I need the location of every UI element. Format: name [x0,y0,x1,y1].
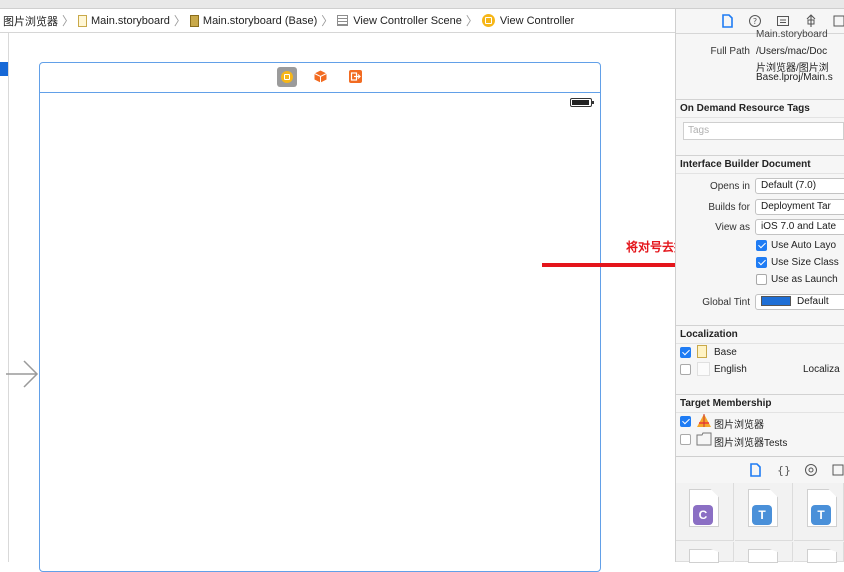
gutter-divider [8,33,9,562]
svg-text:{}: {} [777,464,791,477]
object-library-icon[interactable] [804,463,818,477]
breadcrumb-item-storyboard-base[interactable]: Main.storyboard (Base) [189,14,318,27]
english-localization-file-icon [697,362,710,376]
breadcrumb-item-view-controller[interactable]: View Controller [481,14,575,27]
target-membership-header: Target Membership [676,394,844,413]
storyboard-file-icon [78,14,88,27]
media-library-icon[interactable] [831,463,844,477]
target-app-checkbox[interactable] [680,416,691,427]
target-tests-label: 图片浏览器Tests [714,438,788,449]
test-badge-icon: T [811,505,831,525]
target-tests-checkbox[interactable] [680,434,691,445]
use-auto-layout-checkbox[interactable] [756,240,767,251]
window-toolbar-strip [0,0,844,9]
library-item-ui-test-case[interactable]: T [794,483,844,541]
breadcrumb-separator: 〉 [465,14,478,28]
code-snippet-library-icon[interactable]: {} [777,463,791,477]
use-auto-layout-label: Use Auto Layo [771,240,837,251]
library-item-test-case[interactable]: T [735,483,793,541]
builds-for-popup[interactable]: Deployment Tar [755,199,844,215]
view-controller-icon [481,14,495,27]
document-icon [748,549,778,563]
breadcrumb-label: 图片浏览器 [3,15,58,28]
opens-in-label: Opens in [709,181,750,192]
use-as-launch-screen-label: Use as Launch [771,274,838,285]
document-icon [807,549,837,563]
breadcrumb-label: View Controller [499,14,575,27]
dock-view-controller-icon[interactable] [277,67,297,87]
use-size-classes-checkbox[interactable] [756,257,767,268]
tags-input[interactable]: Tags [683,122,844,140]
test-target-icon [696,432,712,446]
global-tint-popup[interactable]: Default [755,294,844,310]
tint-swatch [761,296,791,307]
breadcrumb-item-scene[interactable]: View Controller Scene [337,15,462,27]
base-localization-file-icon [697,345,707,358]
breadcrumb-item-storyboard[interactable]: Main.storyboard [78,14,170,27]
ib-document-header: Interface Builder Document [676,155,844,174]
localization-base-label: Base [714,347,737,358]
full-path-line-1: /Users/mac/Doc [756,46,828,57]
file-template-library-icon[interactable] [748,463,762,477]
test-badge-icon: T [752,505,772,525]
view-controller-icon [281,71,293,83]
global-tint-label: Global Tint [702,297,750,308]
first-responder-icon[interactable] [314,70,327,83]
svg-text:?: ? [753,17,757,26]
localization-base-checkbox[interactable] [680,347,691,358]
use-size-classes-label: Use Size Class [771,257,839,268]
initial-view-controller-arrow-icon[interactable] [6,358,40,390]
localization-english-label: English [714,364,747,375]
breadcrumb-label: Main.storyboard [91,14,170,27]
file-name-value: Main.storyboard [756,29,828,40]
view-controller-scene[interactable] [39,62,601,572]
library-item-row2-3[interactable] [794,542,844,563]
breadcrumb-separator: 〉 [173,14,186,28]
class-badge-icon: C [693,505,713,525]
file-template-library: C T T [676,483,844,563]
storyboard-base-icon [189,14,199,27]
library-tab-bar: {} [676,456,844,484]
breadcrumb: 图片浏览器 〉 Main.storyboard 〉 Main.storyboar… [0,9,675,33]
quick-help-icon[interactable]: ? [748,14,762,28]
app-target-icon [697,414,711,427]
size-inspector-icon[interactable] [832,14,844,28]
library-item-row2-2[interactable] [735,542,793,563]
on-demand-header: On Demand Resource Tags [676,99,844,118]
library-item-row2-1[interactable] [676,542,734,563]
identity-inspector-icon[interactable] [776,14,790,28]
breadcrumb-label: View Controller Scene [353,14,462,27]
view-as-popup[interactable]: iOS 7.0 and Late [755,219,844,235]
breadcrumb-item-project[interactable]: 图片浏览器 [3,13,58,29]
full-path-line-3: Base.lproj/Main.s [756,72,833,83]
library-item-cocoa-class[interactable]: C [676,483,734,541]
opens-in-popup[interactable]: Default (7.0) [755,178,844,194]
builds-for-label: Builds for [708,202,750,213]
use-as-launch-screen-checkbox[interactable] [756,274,767,285]
battery-icon [570,98,594,107]
localization-english-status: Localiza [803,364,840,375]
attributes-inspector-icon[interactable] [804,14,818,28]
global-tint-value: Default [797,296,829,307]
breadcrumb-label: Main.storyboard (Base) [202,14,318,27]
target-app-label: 图片浏览器 [714,420,764,431]
exit-icon[interactable] [349,70,362,83]
localization-header: Localization [676,325,844,344]
localization-english-checkbox[interactable] [680,364,691,375]
breadcrumb-separator: 〉 [62,14,75,28]
file-inspector-icon[interactable] [720,14,734,28]
breadcrumb-separator: 〉 [321,14,334,28]
document-icon [689,549,719,563]
full-path-label: Full Path [710,46,750,57]
scene-icon [337,15,349,26]
view-as-label: View as [715,222,750,233]
outline-selection-marker[interactable] [0,62,8,76]
